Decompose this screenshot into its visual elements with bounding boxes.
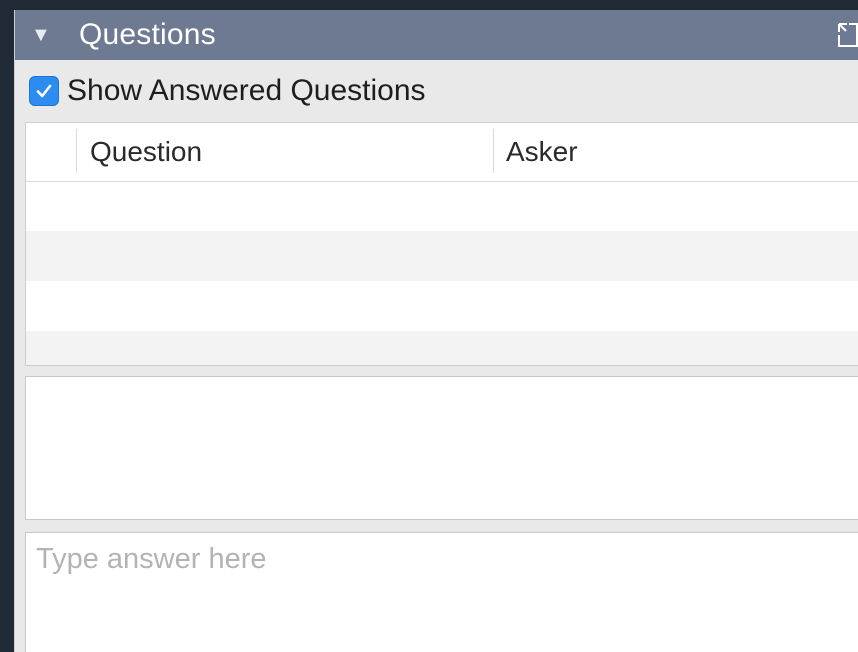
table-row[interactable] <box>26 181 858 231</box>
column-divider[interactable] <box>493 129 494 173</box>
column-header-asker[interactable]: Asker <box>506 123 578 181</box>
table-row[interactable] <box>26 331 858 365</box>
show-answered-checkbox[interactable] <box>29 76 59 106</box>
questions-panel: ▼ Questions Show Answered Questions Ques… <box>14 10 858 652</box>
column-header-question[interactable]: Question <box>90 123 202 181</box>
table-header: Question Asker <box>26 123 858 182</box>
panel-titlebar[interactable]: ▼ Questions <box>15 10 858 60</box>
options-row: Show Answered Questions <box>15 60 858 122</box>
panel-title: Questions <box>79 18 216 51</box>
collapse-triangle-icon[interactable]: ▼ <box>31 10 61 60</box>
questions-table: Question Asker <box>25 122 858 366</box>
table-row[interactable] <box>26 281 858 331</box>
selected-question-display <box>25 376 858 520</box>
column-divider[interactable] <box>76 129 77 173</box>
table-row[interactable] <box>26 231 858 281</box>
popout-icon[interactable] <box>837 22 858 48</box>
answer-input[interactable] <box>25 532 858 652</box>
checkmark-icon <box>36 84 52 98</box>
show-answered-label[interactable]: Show Answered Questions <box>67 74 426 108</box>
